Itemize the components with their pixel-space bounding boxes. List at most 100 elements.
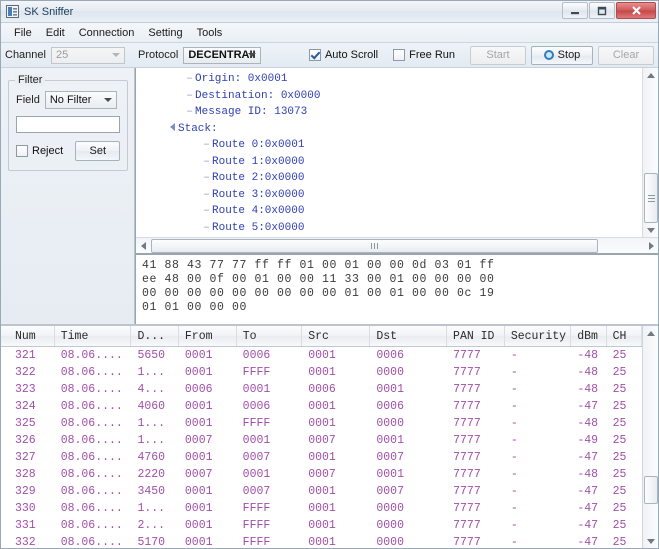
- tree-scroll-thumb[interactable]: [644, 173, 658, 223]
- cell-src: 0001: [308, 366, 336, 379]
- protocol-select[interactable]: DECENTRAII: [183, 46, 262, 64]
- table-row[interactable]: 328 08.06.... 2220 0007 0001 0007 0001 7777 - -48…: [1, 466, 642, 483]
- scroll-down-button[interactable]: [643, 223, 658, 237]
- menu-connection[interactable]: Connection: [72, 25, 142, 41]
- stop-icon: [543, 50, 554, 60]
- menu-tools[interactable]: Tools: [190, 25, 230, 41]
- column-header-time[interactable]: Time: [55, 326, 132, 346]
- column-header-to[interactable]: To: [237, 326, 303, 346]
- cell-dbm: -48: [577, 383, 599, 396]
- tree-horizontal-scrollbar[interactable]: [136, 237, 658, 253]
- tree-node[interactable]: – Route 3:0x0000: [136, 187, 642, 204]
- cell-ch: 25: [612, 502, 627, 515]
- auto-scroll-checkbox[interactable]: Auto Scroll: [308, 49, 378, 61]
- channel-select[interactable]: 25: [50, 46, 125, 64]
- maximize-button[interactable]: [589, 2, 615, 19]
- menu-setting[interactable]: Setting: [141, 25, 189, 41]
- cell-num: 326: [15, 434, 36, 447]
- column-header-ch[interactable]: CH: [607, 326, 642, 346]
- tree-node[interactable]: – Route 2:0x0000: [136, 170, 642, 187]
- cell-num: 321: [15, 349, 36, 362]
- cell-num: 322: [15, 366, 36, 379]
- table-scroll-thumb[interactable]: [644, 476, 658, 504]
- scroll-up-button[interactable]: [643, 326, 658, 340]
- cell-pan-id: 7777: [453, 519, 481, 532]
- scroll-right-button[interactable]: [644, 238, 658, 253]
- table-row[interactable]: 324 08.06.... 4060 0001 0006 0001 0006 7777 - -47…: [1, 398, 642, 415]
- scroll-left-button[interactable]: [136, 238, 150, 253]
- column-header-dbm[interactable]: dBm: [571, 326, 607, 346]
- cell-from: 0007: [184, 434, 213, 447]
- column-header-pan-id[interactable]: PAN ID: [447, 326, 505, 346]
- set-filter-button[interactable]: Set: [75, 141, 120, 161]
- clear-label: Clear: [612, 49, 640, 61]
- cell-time: 08.06....: [60, 349, 123, 362]
- clear-button[interactable]: Clear: [598, 45, 654, 65]
- tree-node[interactable]: – Origin: 0x0001: [136, 71, 642, 88]
- protocol-tree-container: – Origin: 0x0001– Destination: 0x0000– Mess…: [135, 68, 658, 254]
- table-row[interactable]: 329 08.06.... 3450 0001 0007 0001 0007 7777 - -47…: [1, 483, 642, 500]
- column-header-d[interactable]: D...: [131, 326, 179, 346]
- free-run-checkbox[interactable]: Free Run: [393, 49, 455, 61]
- tree-hscroll-thumb[interactable]: [151, 239, 598, 253]
- cell-d: 1...: [137, 434, 166, 447]
- cell-security: -: [510, 468, 518, 481]
- minimize-button[interactable]: [562, 2, 588, 19]
- table-row[interactable]: 321 08.06.... 5650 0001 0006 0001 0006 7777 - -48…: [1, 347, 642, 364]
- table-vertical-scrollbar[interactable]: [642, 326, 658, 548]
- table-row[interactable]: 325 08.06.... 1... 0001 FFFF 0001 0000 7777 - -48…: [1, 415, 642, 432]
- reject-checkbox[interactable]: Reject: [16, 145, 63, 157]
- column-header-num[interactable]: Num: [9, 326, 55, 346]
- table-row[interactable]: 332 08.06.... 5170 0001 FFFF 0001 0000 7777 - -47…: [1, 534, 642, 548]
- scroll-down-button[interactable]: [643, 534, 658, 548]
- grip-icon: [370, 240, 379, 252]
- tree-branch-icon: –: [203, 139, 210, 151]
- filter-value-input[interactable]: [16, 116, 120, 133]
- cell-from: 0001: [184, 349, 213, 362]
- column-header-dst[interactable]: Dst: [370, 326, 448, 346]
- table-row[interactable]: 322 08.06.... 1... 0001 FFFF 0001 0000 7777 - -48…: [1, 364, 642, 381]
- cell-src: 0001: [308, 502, 336, 515]
- packet-table-body[interactable]: 321 08.06.... 5650 0001 0006 0001 0006 7777 - -48…: [1, 347, 642, 548]
- menu-file[interactable]: File: [7, 25, 39, 41]
- tree-node[interactable]: Stack:: [136, 121, 642, 138]
- menu-edit[interactable]: Edit: [39, 25, 72, 41]
- tree-node[interactable]: – Route 0:0x0001: [136, 137, 642, 154]
- chevron-down-icon: [248, 53, 257, 57]
- filter-field-select[interactable]: No Filter: [44, 91, 117, 109]
- table-row[interactable]: 323 08.06.... 4... 0006 0001 0006 0001 7777 - -48…: [1, 381, 642, 398]
- tree-node-label: Stack:: [178, 122, 218, 135]
- expander-icon[interactable]: [167, 121, 178, 138]
- cell-num: 332: [15, 536, 36, 548]
- column-header-src[interactable]: Src: [302, 326, 371, 346]
- close-button[interactable]: [616, 2, 656, 19]
- cell-num: 325: [15, 417, 36, 430]
- tree-node[interactable]: – Destination: 0x0000: [136, 88, 642, 105]
- tree-node-label: Message ID: 13073: [195, 106, 308, 118]
- cell-src: 0001: [308, 349, 336, 362]
- cell-dst: 0001: [376, 434, 404, 447]
- table-row[interactable]: 330 08.06.... 1... 0001 FFFF 0001 0000 7777 - -47…: [1, 500, 642, 517]
- table-row[interactable]: 331 08.06.... 2... 0001 FFFF 0001 0000 7777 - -47…: [1, 517, 642, 534]
- stop-button[interactable]: Stop: [531, 45, 593, 65]
- tree-node[interactable]: – Route 1:0x0000: [136, 154, 642, 171]
- cell-ch: 25: [612, 451, 627, 464]
- tree-node[interactable]: – Route 4:0x0000: [136, 203, 642, 220]
- start-button[interactable]: Start: [470, 45, 526, 65]
- hex-dump-panel[interactable]: 41 88 43 77 77 ff ff 01 00 01 00 00 0d 0…: [135, 254, 658, 324]
- column-header-security[interactable]: Security: [505, 326, 572, 346]
- tree-node[interactable]: – Message ID: 13073: [136, 104, 642, 121]
- packet-detail-panel: – Origin: 0x0001– Destination: 0x0000– Mess…: [135, 68, 658, 324]
- grip-icon: [647, 193, 655, 204]
- cell-time: 08.06....: [60, 536, 123, 548]
- cell-time: 08.06....: [60, 366, 123, 379]
- scroll-up-button[interactable]: [643, 68, 658, 82]
- column-header-from[interactable]: From: [179, 326, 237, 346]
- table-row[interactable]: 327 08.06.... 4760 0001 0007 0001 0007 7777 - -47…: [1, 449, 642, 466]
- protocol-tree[interactable]: – Origin: 0x0001– Destination: 0x0000– Mess…: [136, 68, 642, 237]
- cell-dbm: -48: [577, 417, 599, 430]
- tree-vertical-scrollbar[interactable]: [642, 68, 658, 237]
- table-row[interactable]: 326 08.06.... 1... 0007 0001 0007 0001 7777 - -49…: [1, 432, 642, 449]
- cell-from: 0001: [184, 536, 213, 548]
- tree-node[interactable]: – Route 5:0x0000: [136, 220, 642, 237]
